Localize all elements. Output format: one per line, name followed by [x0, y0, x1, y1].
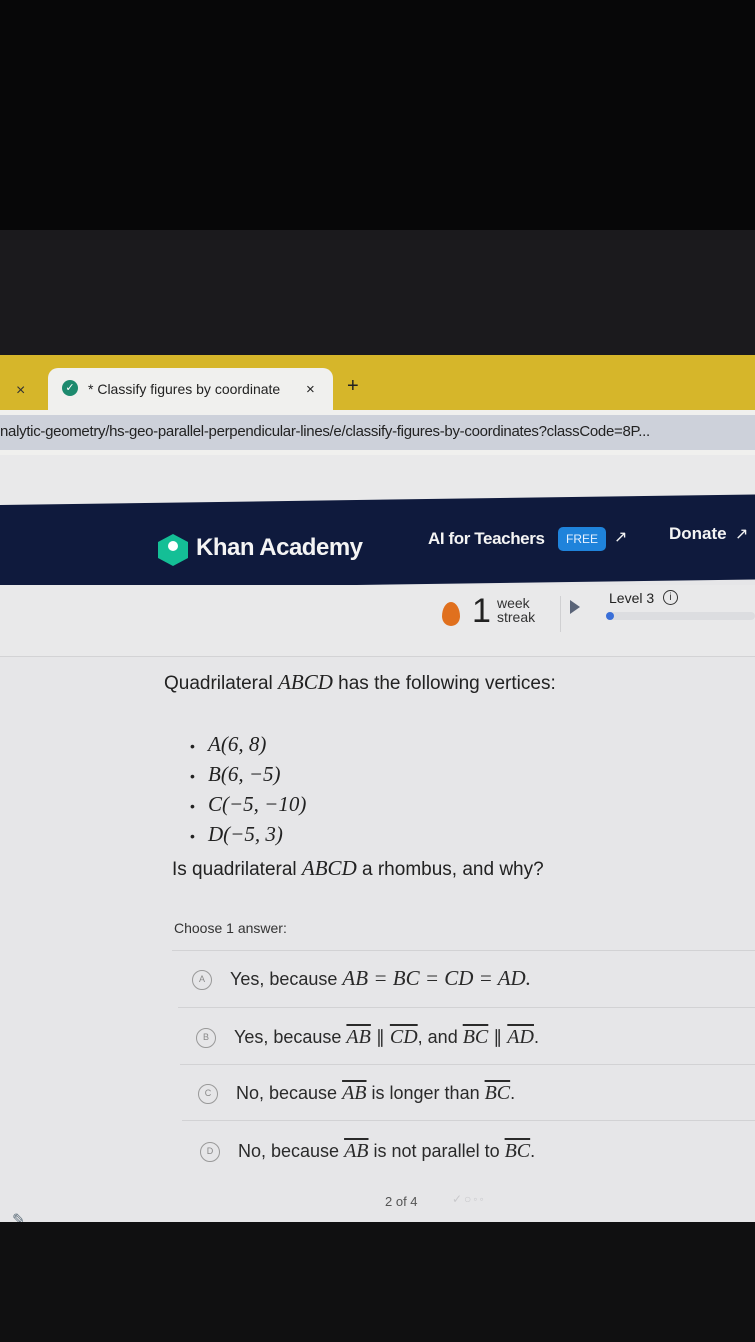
vertex-item: • C(−5, −10) — [190, 790, 306, 820]
brand-name[interactable]: Khan Academy — [196, 534, 363, 562]
close-tab-icon[interactable]: × — [306, 381, 315, 398]
choice-letter-b[interactable]: B — [196, 1028, 216, 1049]
segment: AB — [344, 1140, 369, 1162]
question-text: Is quadrilateral ABCD a rhombus, and why… — [172, 856, 544, 881]
vertex-list: • A(6, 8) • B(6, −5) • C(−5, −10) • D(−5, 3) — [190, 730, 306, 850]
separator — [182, 1120, 755, 1121]
level-progress-fill — [606, 612, 614, 620]
question-progress: 2 of 4 — [385, 1194, 418, 1209]
choice-text: No, because — [236, 1083, 343, 1103]
choice-text: Yes, because — [234, 1027, 347, 1047]
choice-letter-d[interactable]: D — [200, 1142, 220, 1163]
vertex-item: • D(−5, 3) — [190, 820, 306, 850]
answer-choice-d[interactable]: D No, because AB is not parallel to BC. — [200, 1140, 535, 1163]
divider — [560, 596, 561, 632]
question-prefix: Is quadrilateral — [172, 859, 302, 880]
vertex-b: B(6, −5) — [208, 762, 281, 786]
external-link-icon: ↗ — [735, 526, 749, 543]
streak-label: streak — [497, 609, 536, 625]
answer-choice-a[interactable]: A Yes, because AB = BC = CD = AD. — [192, 966, 531, 991]
answer-choice-c[interactable]: C No, because AB is longer than BC. — [198, 1082, 515, 1105]
logo-dot — [168, 541, 178, 551]
choice-letter-a[interactable]: A — [192, 970, 212, 991]
streak-count: 1 — [472, 592, 491, 630]
khan-favicon-icon: ✓ — [62, 380, 78, 396]
site-header — [0, 494, 755, 590]
new-tab-button[interactable]: + — [347, 375, 359, 398]
separator — [172, 950, 755, 951]
monitor-bezel — [0, 230, 755, 360]
prompt-prefix: Quadrilateral — [164, 673, 279, 694]
answer-choice-b[interactable]: B Yes, because AB ∥ CD, and BC ∥ AD. — [196, 1026, 539, 1049]
choice-letter-c[interactable]: C — [198, 1084, 218, 1105]
prompt-suffix: has the following vertices: — [332, 673, 556, 694]
segment: AD — [507, 1026, 534, 1048]
exercise-prompt: Quadrilateral ABCD has the following ver… — [164, 670, 556, 695]
segment: BC — [462, 1026, 489, 1048]
parallel: ∥ — [370, 1027, 390, 1047]
monitor-bezel-top — [0, 0, 755, 230]
segment: CD — [389, 1026, 418, 1048]
choice-text: Yes, because — [230, 969, 343, 989]
level-label: Level 3 — [609, 590, 655, 606]
bullet: • — [190, 768, 195, 784]
segment: BC — [484, 1082, 511, 1104]
bullet: • — [190, 738, 195, 754]
bullet: • — [190, 828, 195, 844]
tab-title[interactable]: * Classify figures by coordinate — [88, 381, 288, 397]
vertex-item: • A(6, 8) — [190, 730, 306, 760]
choice-end: . — [533, 1027, 539, 1047]
external-link-icon: ↗ — [614, 529, 628, 546]
segment: AB — [342, 1082, 367, 1104]
choose-label: Choose 1 answer: — [174, 920, 287, 936]
question-math: ABCD — [301, 856, 357, 880]
flame-icon — [442, 602, 460, 626]
choice-end: . — [530, 1141, 536, 1161]
separator — [178, 1007, 755, 1008]
separator — [180, 1064, 755, 1065]
progress-marks: ✓○◦◦ — [452, 1192, 486, 1206]
level-progress-track — [606, 612, 755, 620]
vertex-item: • B(6, −5) — [190, 760, 306, 790]
parallel: ∥ — [488, 1027, 508, 1047]
choice-math: AB = BC = CD = AD. — [342, 966, 531, 990]
segment: BC — [504, 1140, 531, 1162]
url-text[interactable]: nalytic-geometry/hs-geo-parallel-perpend… — [0, 423, 650, 440]
monitor-bezel-bottom — [0, 1222, 755, 1342]
play-icon[interactable] — [570, 600, 580, 614]
segment: AB — [346, 1026, 371, 1048]
vertex-d: D(−5, 3) — [208, 822, 283, 846]
free-badge: FREE — [558, 527, 606, 551]
choice-text: , and — [417, 1027, 463, 1047]
donate-link[interactable]: Donate — [669, 524, 727, 544]
choice-text: No, because — [238, 1141, 345, 1161]
choice-end: . — [510, 1083, 516, 1103]
choice-text: is longer than — [366, 1083, 485, 1103]
question-suffix: a rhombus, and why? — [356, 859, 544, 880]
ai-for-teachers-link[interactable]: AI for Teachers — [428, 529, 545, 549]
close-tab-icon[interactable]: × — [16, 382, 25, 400]
prompt-math: ABCD — [278, 670, 333, 694]
bullet: • — [190, 798, 195, 814]
choice-text: is not parallel to — [368, 1141, 505, 1161]
vertex-a: A(6, 8) — [208, 732, 267, 756]
vertex-c: C(−5, −10) — [208, 792, 307, 816]
info-icon[interactable]: i — [663, 590, 678, 605]
